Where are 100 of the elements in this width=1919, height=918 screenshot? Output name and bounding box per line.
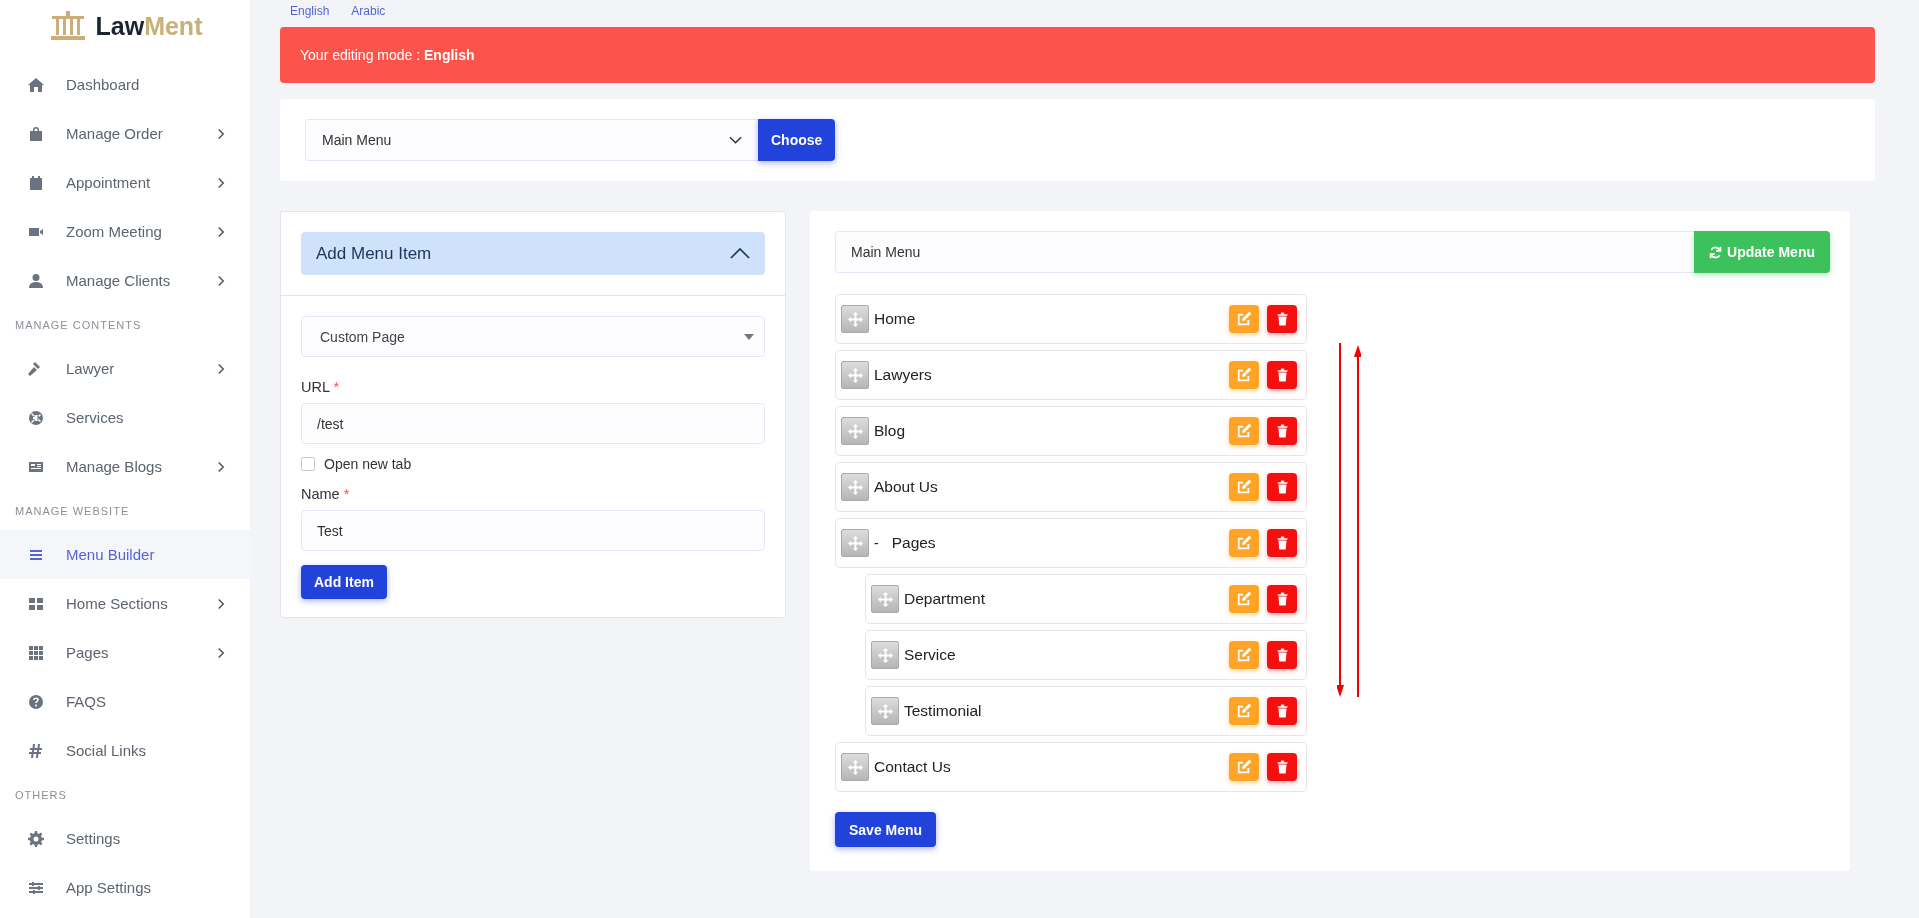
url-field[interactable]: /test (301, 403, 765, 444)
edit-button[interactable] (1229, 697, 1259, 725)
sidebar-item[interactable]: FAQS (0, 677, 250, 726)
choose-button[interactable]: Choose (758, 119, 836, 161)
menu-item[interactable]: Contact Us (835, 742, 1307, 792)
sliders-icon (28, 879, 44, 896)
move-handle[interactable] (841, 529, 869, 557)
calendar-icon (28, 174, 44, 191)
trash-icon (1275, 592, 1289, 606)
move-handle[interactable] (871, 697, 899, 725)
menu-item[interactable]: Department (865, 574, 1307, 624)
refresh-icon (1709, 245, 1723, 259)
trash-icon (1275, 480, 1289, 494)
sidebar-item[interactable]: Services (0, 393, 250, 442)
sidebar-item[interactable]: Settings (0, 814, 250, 863)
move-handle[interactable] (841, 417, 869, 445)
bag-icon (28, 125, 44, 142)
menu-select[interactable]: Main Menu (305, 119, 758, 161)
edit-button[interactable] (1229, 305, 1259, 333)
sidebar-item[interactable]: App Settings (0, 863, 250, 912)
chevron-down-icon (729, 136, 742, 144)
menu-item[interactable]: Lawyers (835, 350, 1307, 400)
menu-item-label: Blog (874, 422, 907, 440)
sidebar-item[interactable]: Manage Blogs (0, 442, 250, 491)
edit-button[interactable] (1229, 641, 1259, 669)
menu-item[interactable]: Service (865, 630, 1307, 680)
language-link[interactable]: English (290, 4, 330, 18)
delete-button[interactable] (1267, 473, 1297, 501)
menu-item[interactable]: - Pages (835, 518, 1307, 568)
delete-button[interactable] (1267, 697, 1297, 725)
sidebar-item[interactable]: Manage Clients (0, 256, 250, 305)
delete-button[interactable] (1267, 417, 1297, 445)
sidebar-item[interactable]: Zoom Meeting (0, 207, 250, 256)
edit-icon (1237, 704, 1251, 718)
sidebar-item[interactable]: Home Sections (0, 579, 250, 628)
delete-button[interactable] (1267, 305, 1297, 333)
edit-button[interactable] (1229, 529, 1259, 557)
delete-button[interactable] (1267, 585, 1297, 613)
move-icon (847, 535, 863, 551)
delete-button[interactable] (1267, 753, 1297, 781)
trash-icon (1275, 368, 1289, 382)
menu-item-label: Department (904, 590, 986, 608)
trash-icon (1275, 704, 1289, 718)
edit-icon (1237, 312, 1251, 326)
move-icon (877, 591, 893, 607)
trash-icon (1275, 760, 1289, 774)
sidebar-item[interactable]: Appointment (0, 158, 250, 207)
sidebar-item[interactable]: Manage Order (0, 109, 250, 158)
move-icon (847, 479, 863, 495)
menu-item[interactable]: Home (835, 294, 1307, 344)
move-handle[interactable] (841, 361, 869, 389)
delete-button[interactable] (1267, 361, 1297, 389)
accordion-header[interactable]: Add Menu Item (301, 232, 765, 275)
sidebar-item[interactable]: Dashboard (0, 60, 250, 109)
sidebar-item[interactable]: Social Links (0, 726, 250, 775)
sidebar-item[interactable]: Pages (0, 628, 250, 677)
edit-button[interactable] (1229, 585, 1259, 613)
menu-item-label: Contact Us (874, 758, 952, 776)
move-icon (847, 423, 863, 439)
menu-item[interactable]: About Us (835, 462, 1307, 512)
move-handle[interactable] (871, 641, 899, 669)
move-handle[interactable] (841, 753, 869, 781)
delete-button[interactable] (1267, 529, 1297, 557)
edit-button[interactable] (1229, 417, 1259, 445)
edit-icon (1237, 536, 1251, 550)
edit-icon (1237, 424, 1251, 438)
move-icon (847, 367, 863, 383)
page-type-select[interactable]: Custom Page (301, 316, 765, 357)
trash-icon (1275, 648, 1289, 662)
question-icon (28, 693, 44, 710)
logo: LawMent (47, 10, 203, 42)
move-handle[interactable] (841, 305, 869, 333)
move-handle[interactable] (841, 473, 869, 501)
collapse-toggle[interactable]: - (874, 535, 879, 551)
menu-item-label: Testimonial (904, 702, 983, 720)
save-menu-button[interactable]: Save Menu (835, 812, 937, 847)
field-label: Name * (301, 486, 351, 502)
edit-button[interactable] (1229, 753, 1259, 781)
edit-button[interactable] (1229, 473, 1259, 501)
menu-name-field[interactable]: Main Menu (835, 231, 1695, 273)
edit-icon (1237, 592, 1251, 606)
menu-item[interactable]: Blog (835, 406, 1307, 456)
move-handle[interactable] (871, 585, 899, 613)
trash-icon (1275, 536, 1289, 550)
move-icon (877, 647, 893, 663)
delete-button[interactable] (1267, 641, 1297, 669)
user-icon (28, 272, 44, 289)
section-heading: OTHERS (14, 788, 68, 803)
home-icon (28, 76, 44, 93)
language-link[interactable]: Arabic (351, 4, 386, 18)
trash-icon (1275, 424, 1289, 438)
menu-item[interactable]: Testimonial (865, 686, 1307, 736)
sidebar-item[interactable]: Menu Builder (0, 530, 250, 579)
edit-button[interactable] (1229, 361, 1259, 389)
name-field[interactable]: Test (301, 510, 765, 551)
menu-item-label: Home (874, 310, 917, 328)
checkbox[interactable] (301, 457, 315, 471)
sidebar-item[interactable]: Lawyer (0, 344, 250, 393)
grid-icon (28, 595, 44, 612)
add-item-button[interactable]: Add Item (301, 565, 387, 599)
